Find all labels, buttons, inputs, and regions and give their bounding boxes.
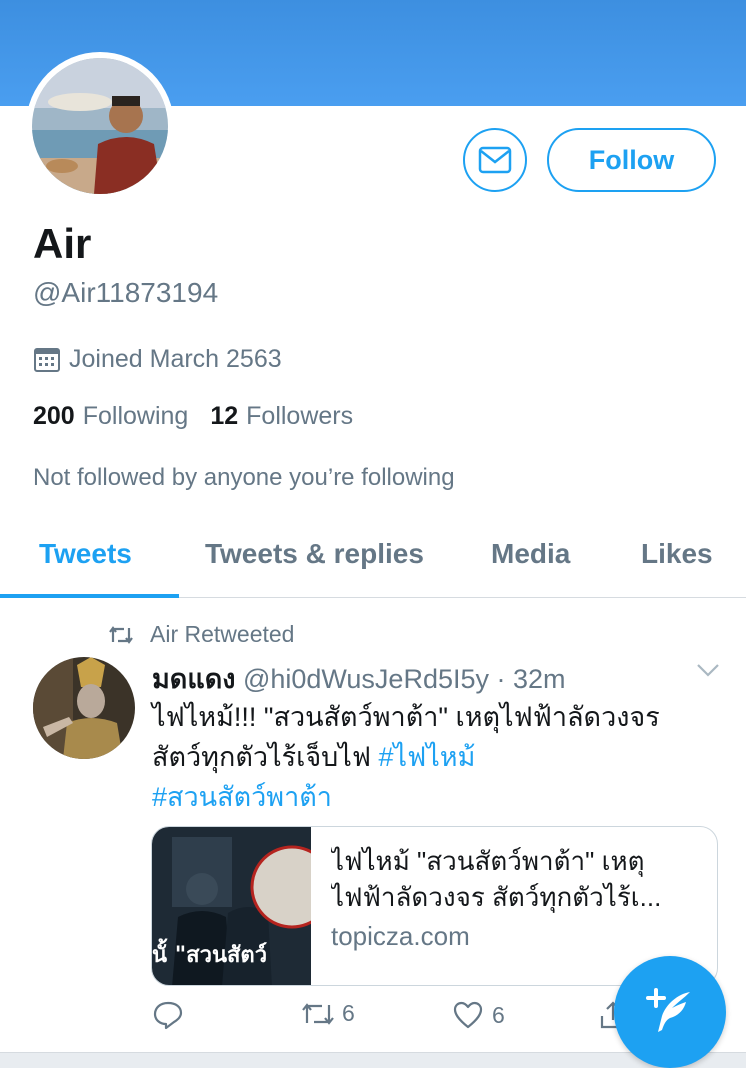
joined-text: Joined March 2563 [69,345,282,373]
active-tab-indicator [0,594,179,598]
link-card-image-caption: นั้ "สวนสัตว์ [152,943,268,968]
retweet-icon [108,625,134,645]
tweet-header: มดแดง @hi0dWusJeRd5I5y · 32m [152,657,566,700]
profile-avatar[interactable] [26,52,174,200]
followers-link[interactable]: 12 Followers [210,402,353,431]
like-count: 6 [492,1001,505,1028]
tweet-author-name[interactable]: มดแดง [152,664,235,694]
profile-tabs: Tweets Tweets & replies Media Likes [0,520,746,598]
link-card-domain: topicza.com [331,921,470,951]
message-button[interactable] [463,128,527,192]
link-card-title: ไฟไหม้ "สวนสัตว์พาต้า" เหตุไฟฟ้าลัดวงจร … [331,846,662,912]
joined-date: Joined March 2563 [33,345,282,374]
compose-icon [644,986,696,1038]
following-label: Following [82,402,189,430]
follow-button[interactable]: Follow [547,128,716,192]
reply-button[interactable] [152,1000,184,1030]
retweet-context: Air Retweeted [108,621,294,648]
hashtag-link[interactable]: #ไฟไหม้ [378,742,475,772]
tweet-actions: 6 6 [152,1000,626,1040]
retweet-icon [300,1001,336,1027]
profile-handle: @Air11873194 [33,277,219,308]
tweet-time: · 32m [496,664,566,694]
not-followed-notice: Not followed by anyone you’re following [33,464,455,491]
following-count: 200 [33,402,75,430]
chevron-down-icon[interactable] [696,662,720,683]
profile-name: Air [33,220,92,267]
following-link[interactable]: 200 Following [33,402,188,431]
tab-likes[interactable]: Likes [641,538,713,570]
link-card[interactable]: นั้ "สวนสัตว์ ไฟไหม้ "สวนสัตว์พาต้า" เหต… [151,826,718,986]
compose-tweet-button[interactable] [614,956,726,1068]
tweet-author-handle[interactable]: @hi0dWusJeRd5I5y [243,664,489,694]
mail-icon [478,146,512,174]
follow-counts: 200 Following 12 Followers [33,402,375,431]
followers-count: 12 [210,402,239,430]
calendar-icon [33,347,61,373]
link-card-image: นั้ "สวนสัตว์ [152,827,311,985]
tab-tweets-replies[interactable]: Tweets & replies [205,538,424,570]
like-button[interactable]: 6 [452,1000,505,1030]
retweet-button[interactable]: 6 [300,1000,355,1027]
reply-icon [152,1000,184,1030]
followers-label: Followers [246,402,354,430]
tweet-author-avatar[interactable] [33,657,135,759]
retweet-context-label: Air Retweeted [150,621,295,647]
like-icon [452,1000,484,1030]
tab-tweets[interactable]: Tweets [39,538,132,570]
tab-media[interactable]: Media [491,538,570,570]
hashtag-link[interactable]: #สวนสัตว์พาต้า [152,782,332,812]
tweet-text: ไฟไหม้!!! "สวนสัตว์พาต้า" เหตุไฟฟ้าลัดวง… [152,697,712,817]
retweet-count: 6 [342,1000,355,1026]
